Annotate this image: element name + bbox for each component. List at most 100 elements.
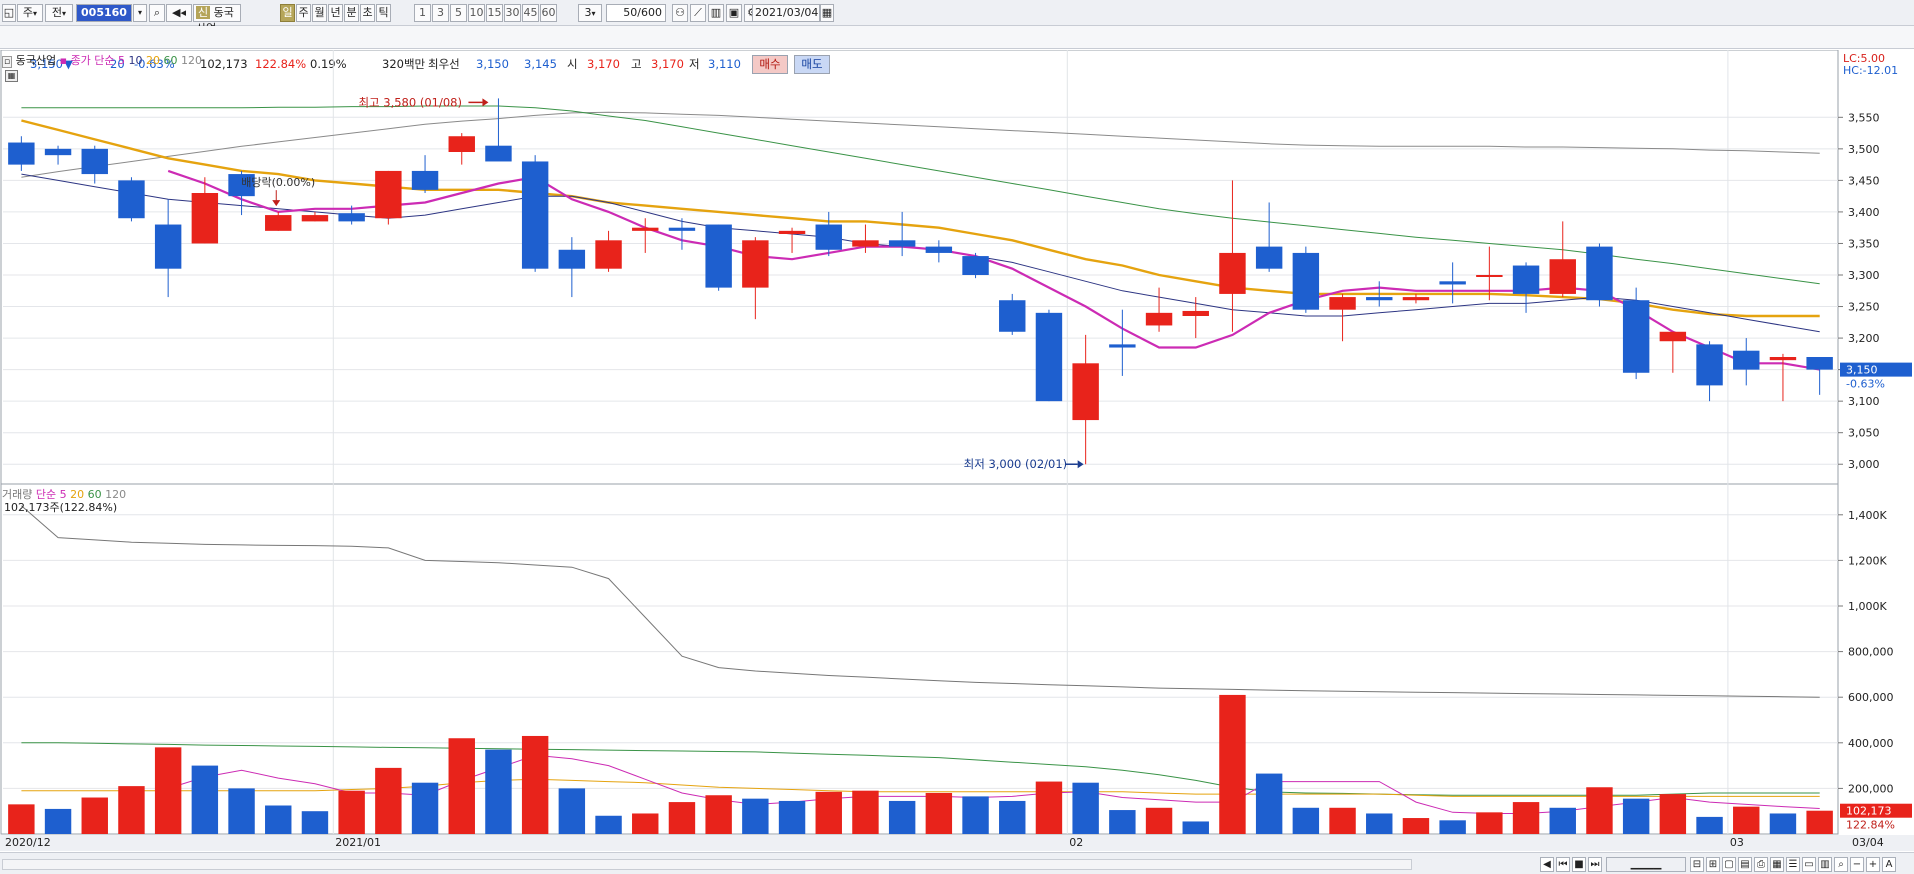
candle-body	[1292, 252, 1320, 310]
volume-tick-label: 400,000	[1848, 737, 1894, 750]
table-icon[interactable]: ▦	[1770, 857, 1784, 872]
horizontal-scrollbar[interactable]	[2, 859, 1412, 870]
candle-body	[1035, 312, 1063, 402]
date-field[interactable]: 2021/03/04	[752, 4, 820, 22]
price-tick-label: 3,250	[1848, 301, 1880, 314]
candle-body	[375, 170, 402, 219]
candle	[81, 145, 108, 184]
code-dropdown-icon[interactable]: ▾	[133, 4, 147, 22]
layout-icon[interactable]: ⊞	[1706, 857, 1720, 872]
zoom-icon[interactable]: ⌕	[1834, 857, 1848, 872]
list-icon[interactable]: ☰	[1786, 857, 1800, 872]
price-tick-label: 3,100	[1848, 395, 1880, 408]
candle-body	[1733, 350, 1760, 370]
print-icon[interactable]: ⎙	[1754, 857, 1768, 872]
candle	[962, 252, 989, 279]
tab-period-4[interactable]: 분	[344, 4, 359, 22]
chart2-icon[interactable]: ▥	[1818, 857, 1832, 872]
tab-interval-45[interactable]: 45	[522, 4, 539, 22]
low-arrow-head	[1077, 460, 1084, 469]
candle	[1402, 293, 1430, 304]
ex-rights-arrow-head	[272, 200, 281, 207]
candle	[448, 133, 475, 165]
indicator-icon[interactable]: ⚇	[672, 4, 688, 22]
tab-interval-60[interactable]: 60	[540, 4, 557, 22]
tab-period-6[interactable]: 틱	[376, 4, 391, 22]
interval-select[interactable]: 3▾	[578, 4, 602, 22]
ex-rights-annotation: 배당락(0.00%)	[241, 176, 315, 189]
calendar-icon[interactable]: ▦	[820, 4, 834, 22]
candle-body	[154, 224, 182, 269]
candle	[888, 211, 916, 257]
candle-body	[1696, 344, 1723, 386]
volume-bar	[228, 788, 255, 834]
stock-name-field[interactable]: 신 동국산업	[193, 4, 241, 35]
scroll-left-icon[interactable]: ◀	[1540, 857, 1554, 872]
window-icon[interactable]: ▢	[1722, 857, 1736, 872]
draw-tool-icon[interactable]: ⟋	[690, 4, 706, 22]
volume-bar	[1439, 820, 1466, 834]
volume-bar	[1659, 794, 1687, 834]
split-icon[interactable]: ⊟	[1690, 857, 1704, 872]
tab-interval-10[interactable]: 10	[468, 4, 485, 22]
tab-period-2[interactable]: 월	[312, 4, 327, 22]
volume-bar	[1402, 818, 1430, 834]
volume-bar	[191, 765, 219, 834]
volume-tick-label: 1,000K	[1848, 600, 1887, 613]
menu-icon[interactable]: ◱	[2, 4, 16, 22]
x-tick-label: 2020/12	[5, 836, 51, 849]
volume-bar	[1292, 807, 1320, 834]
candle-body	[1439, 281, 1466, 285]
volume-bar	[1733, 806, 1760, 834]
candle-body	[1476, 275, 1503, 277]
tile-icon[interactable]: ▤	[1738, 857, 1752, 872]
stop-icon[interactable]: ■	[1572, 857, 1586, 872]
volume-bar	[925, 792, 953, 834]
speaker-icon[interactable]: ◀◂	[166, 4, 192, 22]
candle-body	[852, 240, 879, 247]
last-icon[interactable]: ⏭	[1588, 857, 1602, 872]
tab-interval-5[interactable]: 5	[450, 4, 467, 22]
save-icon[interactable]: ▣	[726, 4, 742, 22]
candle-body	[1329, 297, 1356, 310]
search-icon[interactable]: ⌕	[149, 4, 165, 22]
current-change-label: -0.63%	[1846, 378, 1885, 391]
candle	[375, 170, 402, 225]
zoom-slider[interactable]: ▁▁▁▁	[1606, 857, 1686, 872]
first-icon[interactable]: ⏮	[1556, 857, 1570, 872]
grid-toggle-icon[interactable]: ▦	[5, 70, 18, 82]
tab-interval-1[interactable]: 1	[414, 4, 431, 22]
stock-code-input[interactable]: 005160	[76, 4, 132, 22]
volume-bar	[705, 795, 732, 834]
tab-interval-3[interactable]: 3	[432, 4, 449, 22]
scroll-bar: ◀ ⏮ ■ ⏭ ▁▁▁▁ ⊟ ⊞ ▢ ▤ ⎙ ▦ ☰ ▭ ▥ ⌕ − + A	[0, 852, 1914, 874]
candle	[8, 136, 35, 171]
tab-period-1[interactable]: 주	[296, 4, 311, 22]
candle-body	[1806, 357, 1833, 370]
tab-period-0[interactable]: 일	[280, 4, 295, 22]
candle-body	[1512, 265, 1540, 294]
tab-interval-30[interactable]: 30	[504, 4, 521, 22]
candle-body	[1072, 363, 1099, 421]
plus-icon[interactable]: +	[1866, 857, 1880, 872]
minus-icon[interactable]: −	[1850, 857, 1864, 872]
font-icon[interactable]: A	[1882, 857, 1896, 872]
volume-bar	[1035, 781, 1063, 834]
chart-mode-select[interactable]: 주▾	[17, 4, 43, 22]
volume-bar	[44, 808, 72, 834]
chart-area[interactable]: 3,000 3,050 3,100 3,150 3,200 3,250 3,300 3,350…	[0, 49, 1914, 874]
tab-period-3[interactable]: 년	[328, 4, 343, 22]
tab-period-5[interactable]: 초	[360, 4, 375, 22]
quote-bar: 3,150 ▼ 20 -0.63% 102,173 122.84% 0.19% …	[0, 26, 1914, 74]
window2-icon[interactable]: ▭	[1802, 857, 1816, 872]
chart-type-icon[interactable]: ▥	[708, 4, 724, 22]
compare-label: 전	[51, 6, 63, 19]
chart-canvas[interactable]: 3,000 3,050 3,100 3,150 3,200 3,250 3,300 3,350…	[0, 49, 1914, 852]
volume-bar	[1769, 813, 1797, 834]
tab-interval-15[interactable]: 15	[486, 4, 503, 22]
volume-bar	[1586, 787, 1613, 834]
volume-bar	[1622, 798, 1650, 834]
data-count-field[interactable]: 50/600	[606, 4, 666, 22]
volume-bar	[888, 800, 916, 834]
compare-button[interactable]: 전▾	[45, 4, 73, 22]
